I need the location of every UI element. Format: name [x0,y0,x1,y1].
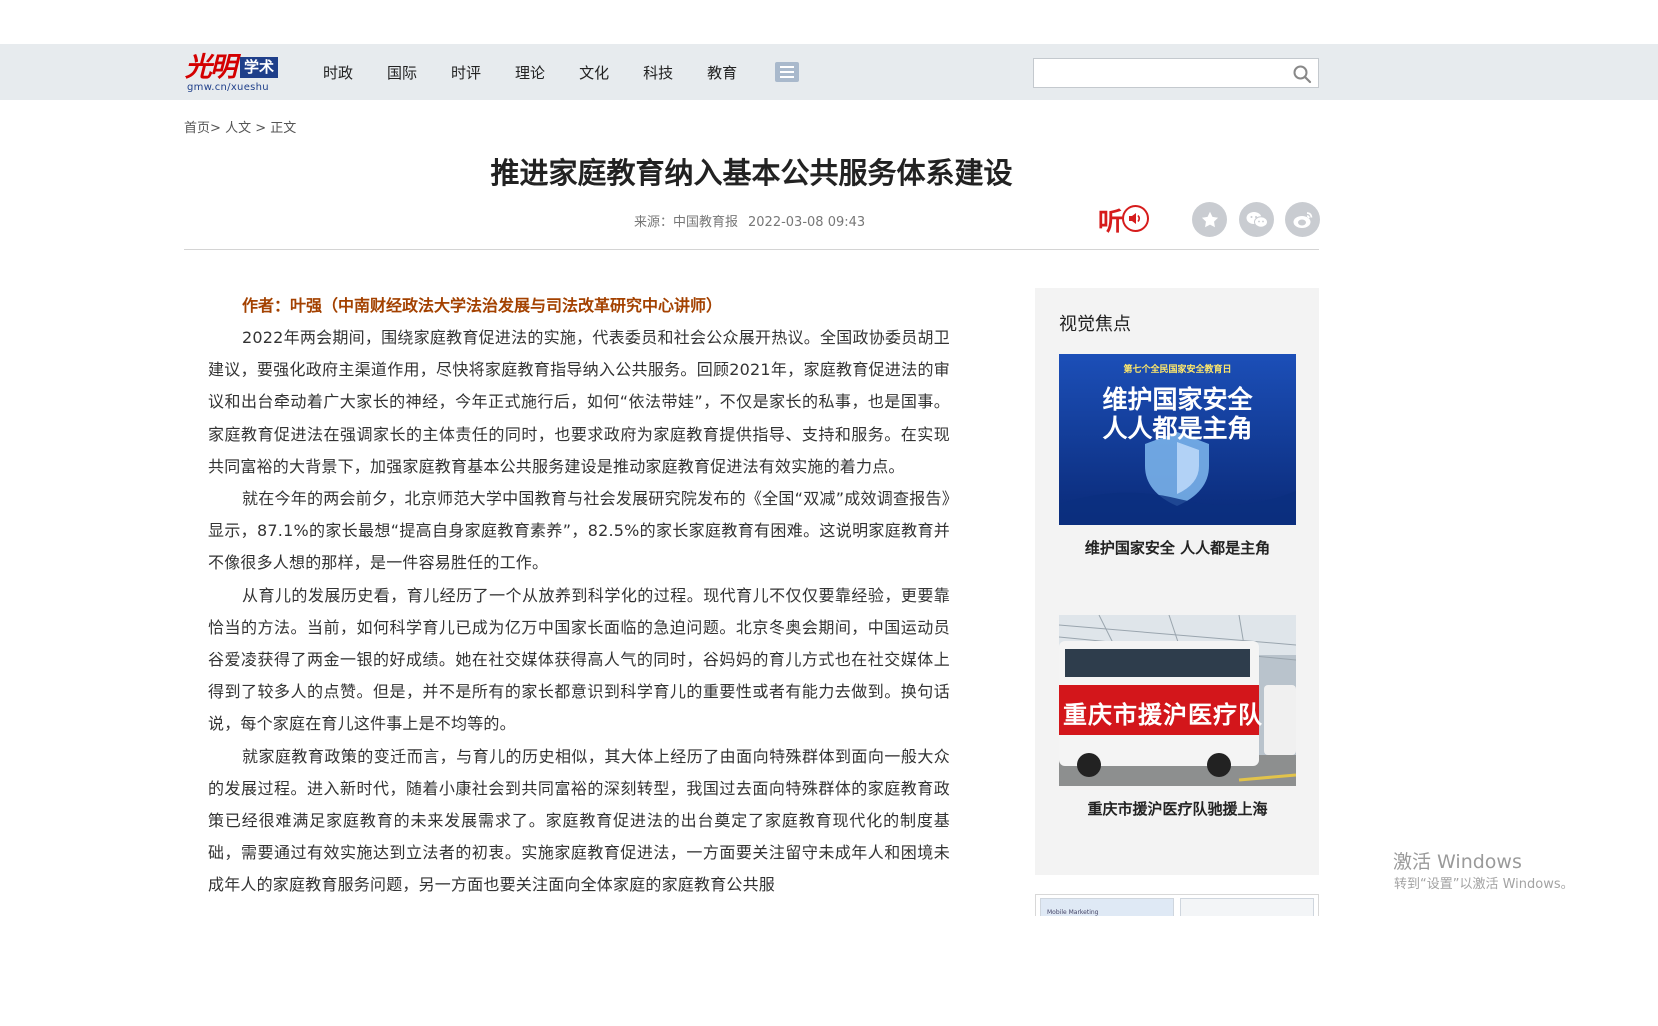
nav-item-international[interactable]: 国际 [387,62,417,83]
nav-item-politics[interactable]: 时政 [323,62,353,83]
article-author: 作者：叶强（中南财经政法大学法治发展与司法改革研究中心讲师） [242,296,723,315]
sidebar-title: 视觉焦点 [1059,314,1131,335]
top-navbar: 光明 学术 gmw.cn/xueshu 时政 国际 时评 理论 文化 科技 教育 [0,44,1658,100]
ad-thumbnail-strip[interactable]: Mobile Marketing [1035,894,1319,916]
article-paragraph: 就家庭教育政策的变迁而言，与育儿的历史相似，其大体上经历了由面向特殊群体到面向一… [208,746,950,895]
article-source: 来源：中国教育报 [634,215,739,230]
nav-item-education[interactable]: 教育 [707,62,737,83]
article-paragraph: 2022年两会期间，围绕家庭教育促进法的实施，代表委员和社会公众展开热议。全国政… [208,328,950,476]
breadcrumb-separator: > [255,121,267,136]
search-input[interactable] [1034,59,1284,87]
nav-menu: 时政 国际 时评 理论 文化 科技 教育 [323,44,800,100]
logo-url-text: gmw.cn/xueshu [187,82,269,93]
wechat-icon[interactable] [1239,202,1274,237]
nav-item-theory[interactable]: 理论 [515,62,545,83]
focus-banner-top: 第七个全民国家安全教育日 [1123,365,1232,375]
nav-item-technology[interactable]: 科技 [643,62,673,83]
focus-image-security[interactable]: 第七个全民国家安全教育日 维护国家安全 人人都是主角 [1059,354,1296,525]
title-divider [184,249,1319,250]
nav-more-menu-icon[interactable] [775,62,800,82]
focus-banner-line2: 人人都是主角 [1102,414,1253,443]
article-paragraph: 从育儿的发展历史看，育儿经历了一个从放养到科学化的过程。现代育儿不仅仅要靠经验，… [208,585,950,734]
article-datetime: 2022-03-08 09:43 [748,215,866,230]
breadcrumb-separator: > [210,121,221,136]
search-icon[interactable] [1292,64,1312,84]
favorite-star-icon[interactable] [1192,202,1227,237]
page-title: 推进家庭教育纳入基本公共服务体系建设 [490,156,1013,190]
focus-caption-medical-team[interactable]: 重庆市援沪医疗队驰援上海 [1059,798,1296,819]
ad-thumb-text: Mobile Marketing [1047,909,1099,916]
nav-item-commentary[interactable]: 时评 [451,62,481,83]
site-logo[interactable]: 光明 学术 gmw.cn/xueshu [185,51,285,93]
listen-label: 听 [1098,207,1124,236]
logo-box-text: 学术 [240,57,279,78]
ad-thumb-1[interactable]: Mobile Marketing [1040,898,1174,916]
logo-script-text: 光明 [185,52,237,83]
windows-activation-hint: 转到“设置”以激活 Windows。 [1394,877,1574,892]
focus-caption-security[interactable]: 维护国家安全 人人都是主角 [1059,537,1296,558]
breadcrumb-home[interactable]: 首页 [184,121,210,136]
weibo-icon[interactable] [1285,202,1320,237]
article-meta: 来源：中国教育报 2022-03-08 09:43 [634,211,865,230]
listen-button[interactable]: 听 [1098,200,1154,236]
breadcrumb-section[interactable]: 人文 [225,121,251,136]
focus-bus-text: 重庆市援沪医疗队 [1063,701,1263,729]
ad-thumb-2[interactable] [1180,898,1314,916]
article-body: 作者：叶强（中南财经政法大学法治发展与司法改革研究中心讲师） 2022年两会期间… [208,290,950,916]
visual-focus-sidebar: 视觉焦点 第七个全民国家安全教育日 维护国家安全 人人都是主角 维护国家安全 人… [1035,288,1319,875]
speaker-icon [1122,205,1149,232]
article-paragraph: 就在今年的两会前夕，北京师范大学中国教育与社会发展研究院发布的《全国“双减”成效… [208,489,950,573]
breadcrumb-current: 正文 [270,121,297,136]
windows-activation-title: 激活 Windows [1393,851,1522,873]
search-box [1033,58,1319,88]
focus-image-medical-team[interactable]: 重庆市援沪医疗队 [1059,615,1296,786]
nav-item-culture[interactable]: 文化 [579,62,609,83]
breadcrumb: 首页> 人文 > 正文 [184,117,296,136]
